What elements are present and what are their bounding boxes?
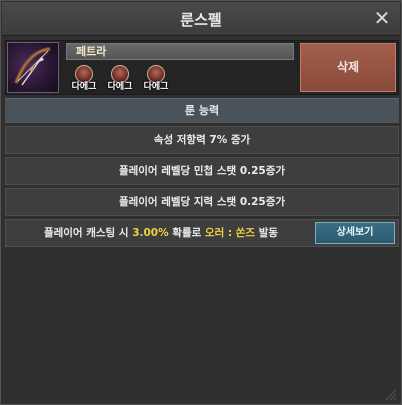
effect-text: 속성 저항력 7% 증가 [153,134,251,146]
proc-chance: 3.00% [132,227,169,239]
detail-button[interactable]: 상세보기 [315,222,395,244]
rune-skill-label: 다에그 [143,82,169,92]
rune-name-bar: 페트라 [66,43,294,60]
empty-panel [5,249,399,402]
proc-suffix: 발동 [255,227,279,239]
rune-skill-slot[interactable]: 다에그 [106,65,134,93]
proc-effect-row: 플레이어 캐스팅 시 3.00% 확률로 오러 : 쏜즈 발동 상세보기 [5,219,399,247]
crossbow-icon [7,42,59,93]
proc-effect-text: 플레이어 캐스팅 시 3.00% 확률로 오러 : 쏜즈 발동 [6,220,316,246]
effect-row: 속성 저항력 7% 증가 [5,126,399,154]
proc-prefix: 플레이어 캐스팅 시 [43,227,133,239]
rune-skill-slot[interactable]: 다에그 [142,65,170,93]
rune-ability-header: 룬 능력 [5,98,399,123]
proc-spell-name: 오러 : 쏜즈 [204,227,256,239]
window-title: 룬스펠 [180,11,222,29]
rune-skill-label: 다에그 [71,82,97,92]
effect-row: 플레이어 레벨당 지력 스탯 0.25증가 [5,188,399,216]
resize-grip-icon[interactable] [383,386,397,401]
rune-skill-slot[interactable]: 다에그 [70,65,98,93]
proc-middle: 확률로 [168,227,205,239]
close-icon[interactable]: ✕ [372,7,392,29]
effect-text: 플레이어 레벨당 민첩 스탯 0.25증가 [118,165,286,177]
rune-name: 페트라 [76,45,107,58]
rune-skill-label: 다에그 [107,82,133,92]
title-bar: 룬스펠 ✕ [2,2,400,36]
effect-row: 플레이어 레벨당 민첩 스탯 0.25증가 [5,157,399,185]
runespell-window: 룬스펠 ✕ 페트라 다에그 다에그 다에그 삭제 룬 능력 속성 저항력 7% … [0,0,402,405]
delete-button[interactable]: 삭제 [300,43,396,92]
rune-item-row: 페트라 다에그 다에그 다에그 삭제 [5,40,399,95]
effect-text: 플레이어 레벨당 지력 스탯 0.25증가 [118,196,286,208]
